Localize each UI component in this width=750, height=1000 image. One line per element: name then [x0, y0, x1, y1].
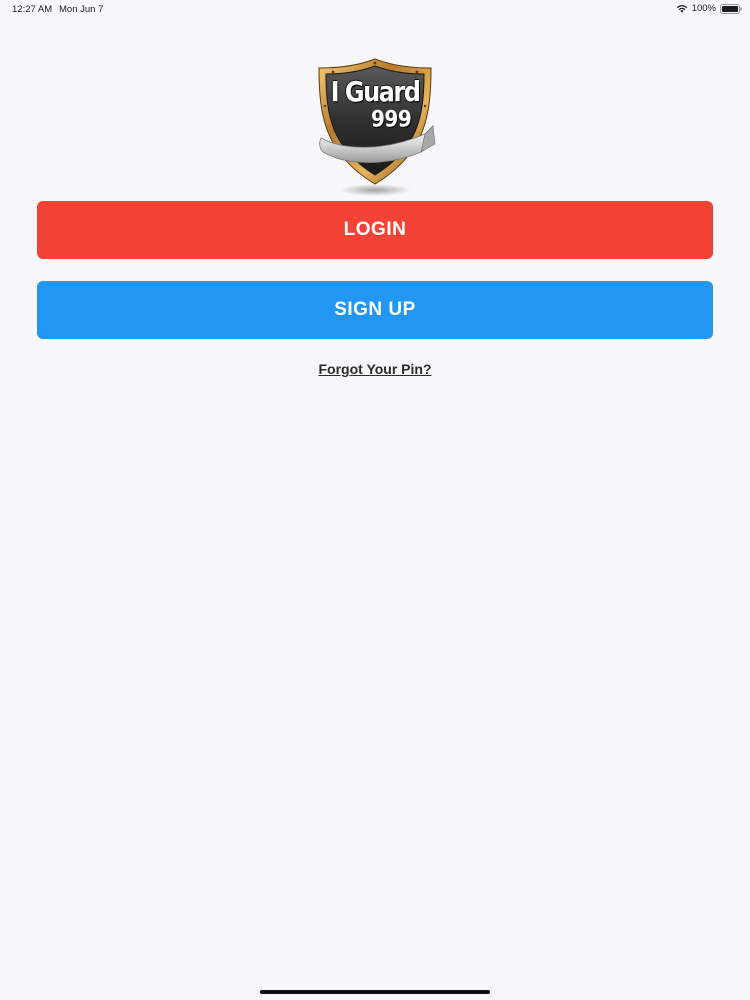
battery-percent: 100%: [691, 3, 716, 14]
login-button[interactable]: LOGIN: [37, 201, 713, 259]
forgot-pin-link[interactable]: Forgot Your Pin?: [0, 361, 750, 377]
status-date: Mon Jun 7: [59, 4, 104, 15]
status-time: 12:27 AM: [12, 4, 53, 15]
wifi-icon: [676, 4, 688, 13]
battery-icon: [720, 3, 742, 14]
sign-up-button[interactable]: SIGN UP: [37, 281, 713, 339]
iguard-logo: I Guard 999: [313, 56, 437, 198]
logo-title: I Guard: [330, 75, 421, 109]
status-bar: 12:27 AM Mon Jun 7 100%: [0, 0, 750, 18]
status-indicators: 100%: [676, 3, 742, 14]
logo-number: 999: [371, 105, 412, 133]
home-indicator[interactable]: [260, 990, 490, 994]
